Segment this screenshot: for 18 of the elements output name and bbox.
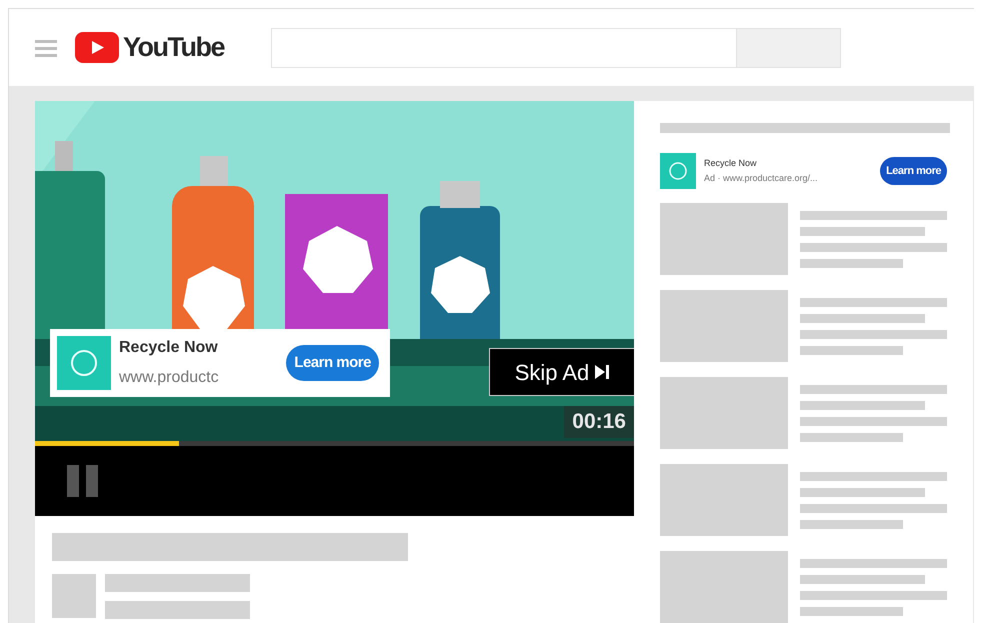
skip-ad-button[interactable]: Skip Ad — [489, 348, 634, 396]
skip-next-icon — [595, 365, 610, 379]
menu-icon[interactable] — [35, 38, 57, 56]
learn-more-button[interactable]: Learn more — [286, 345, 379, 381]
logo-text[interactable]: YouTube — [123, 27, 224, 68]
advertiser-name: Recycle Now — [119, 338, 219, 358]
ad-url[interactable]: Ad · www.productcare.org/... — [704, 172, 854, 186]
learn-more-button[interactable]: Learn more — [880, 157, 947, 185]
ad-countdown: 00:16 — [564, 406, 634, 438]
advertiser-name: Recycle Now — [704, 156, 758, 170]
play-logo-icon — [75, 32, 119, 63]
advertiser-logo-icon — [660, 153, 696, 189]
advertiser-logo-icon — [57, 336, 111, 390]
placeholder-bar — [52, 574, 96, 618]
search-field[interactable] — [270, 28, 737, 68]
pause-icon[interactable] — [67, 465, 99, 497]
search-button[interactable] — [736, 28, 841, 68]
ad-url[interactable]: www.productc — [119, 366, 259, 390]
